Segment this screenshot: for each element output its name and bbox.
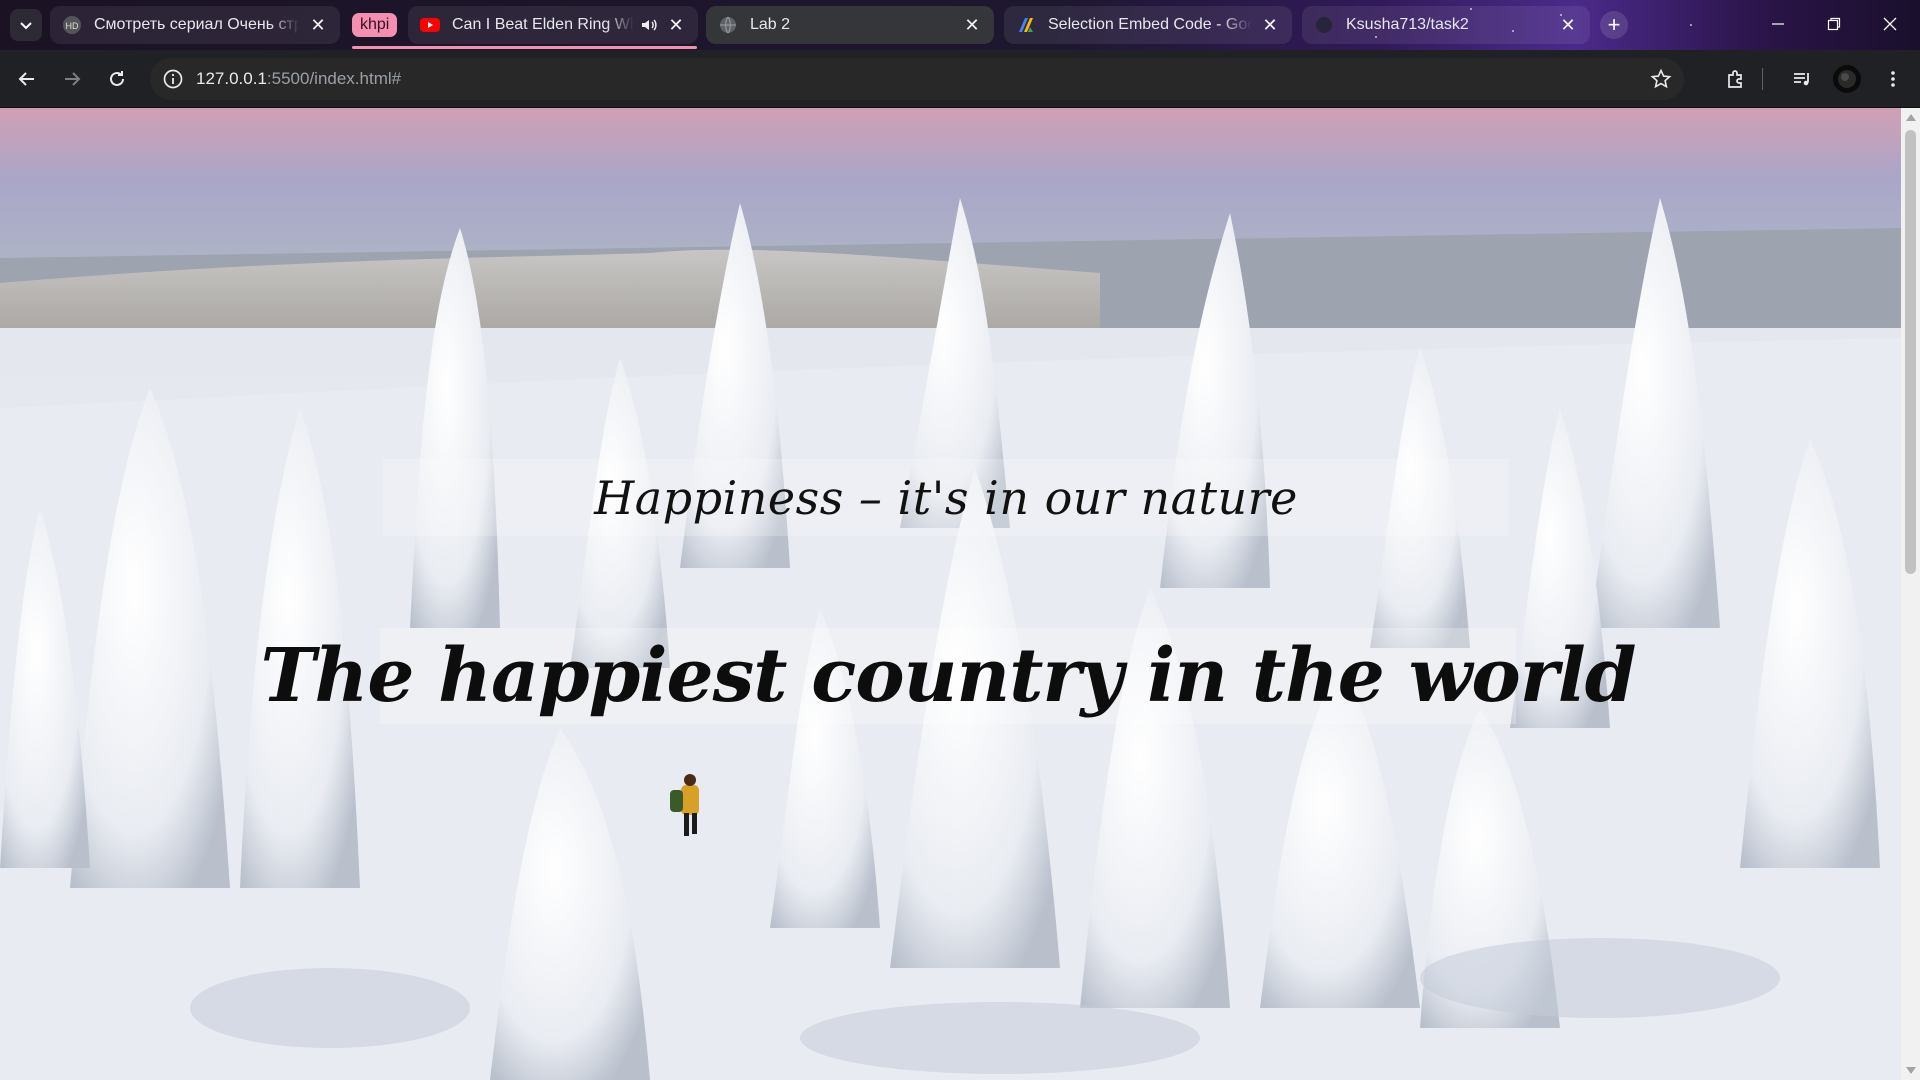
more-vertical-icon	[1891, 71, 1895, 87]
tab-title: Lab 2	[750, 16, 791, 33]
browser-toolbar: 127.0.0.1:5500/index.html#	[0, 50, 1920, 108]
globe-icon	[718, 15, 738, 35]
close-icon[interactable]: ✕	[962, 15, 982, 35]
reload-button[interactable]	[99, 61, 135, 97]
tab-search-button[interactable]	[10, 9, 42, 41]
reload-icon	[110, 71, 124, 86]
restore-icon	[1827, 17, 1841, 31]
headline-banner: The happiest country in the world	[260, 628, 1637, 724]
tab-5[interactable]: Ksusha713/task2 ✕	[1302, 6, 1590, 44]
browser-menu-button[interactable]	[1875, 61, 1911, 97]
plus-icon: +	[1607, 12, 1621, 37]
close-icon[interactable]: ✕	[1260, 15, 1280, 35]
close-icon[interactable]: ✕	[666, 15, 686, 35]
scrollbar-thumb[interactable]	[1905, 130, 1916, 574]
svg-text:HD: HD	[66, 21, 79, 31]
tab-group-chip[interactable]: khpi	[352, 13, 398, 37]
close-icon[interactable]: ✕	[1558, 15, 1578, 35]
minimize-button[interactable]	[1750, 0, 1806, 48]
tab-title: Selection Embed Code - Googl	[1048, 16, 1252, 33]
bookmark-star-icon[interactable]	[1650, 68, 1672, 90]
arrow-left-icon	[18, 72, 34, 86]
snowy-forest-background	[0, 108, 1901, 1080]
tab-4[interactable]: Selection Embed Code - Googl ✕	[1004, 6, 1292, 44]
chevron-down-icon	[20, 22, 32, 30]
site-icon: HD	[62, 15, 82, 35]
audio-playing-icon[interactable]	[640, 16, 658, 34]
site-info-icon[interactable]	[162, 68, 184, 90]
page-scrollbar[interactable]	[1901, 108, 1920, 1080]
page-viewport: Happiness – it's in our nature The happi…	[0, 108, 1901, 1080]
close-icon[interactable]: ✕	[308, 15, 328, 35]
toolbar-divider	[1762, 68, 1763, 90]
back-button[interactable]	[9, 61, 45, 97]
tab-1[interactable]: HD Смотреть сериал Очень стран ✕	[50, 6, 340, 44]
url-path: :5500/index.html#	[266, 69, 402, 88]
profile-avatar[interactable]	[1829, 61, 1865, 97]
window-close-button[interactable]	[1862, 0, 1918, 48]
scroll-down-arrow-icon[interactable]	[1906, 1067, 1916, 1074]
puzzle-icon	[1728, 70, 1742, 88]
extensions-button[interactable]	[1718, 61, 1754, 97]
new-tab-button[interactable]: +	[1600, 11, 1628, 39]
scroll-up-arrow-icon[interactable]	[1906, 114, 1916, 121]
arrow-right-icon	[65, 72, 81, 86]
restore-button[interactable]	[1806, 0, 1862, 48]
url-host: 127.0.0.1	[196, 69, 267, 88]
tab-title: Ksusha713/task2	[1346, 16, 1469, 33]
address-text[interactable]: 127.0.0.1:5500/index.html#	[196, 58, 401, 100]
browser-window: HD Смотреть сериал Очень стран ✕ khpi Ca…	[0, 0, 1920, 1080]
tab-title: Can I Beat Elden Ring While	[452, 16, 634, 33]
tab-2[interactable]: Can I Beat Elden Ring While ✕	[408, 6, 698, 44]
close-icon	[1883, 17, 1897, 31]
page-subtitle: Happiness – it's in our nature	[594, 470, 1298, 525]
forward-button[interactable]	[54, 61, 90, 97]
tab-strip: HD Смотреть сериал Очень стран ✕ khpi Ca…	[0, 0, 1920, 50]
youtube-icon	[420, 15, 440, 35]
tab-group-underline	[352, 46, 697, 49]
tab-3[interactable]: Lab 2 ✕	[706, 6, 994, 44]
page-headline: The happiest country in the world	[260, 633, 1636, 719]
playlist-music-icon	[1794, 73, 1809, 86]
minimize-icon	[1772, 23, 1784, 25]
github-icon	[1314, 15, 1334, 35]
avatar-icon	[1833, 65, 1861, 93]
google-apps-script-icon	[1016, 15, 1036, 35]
tab-title: Смотреть сериал Очень стран	[94, 16, 300, 33]
media-controls-button[interactable]	[1784, 61, 1820, 97]
subtitle-banner: Happiness – it's in our nature	[383, 459, 1509, 536]
address-bar[interactable]: 127.0.0.1:5500/index.html#	[150, 58, 1684, 100]
